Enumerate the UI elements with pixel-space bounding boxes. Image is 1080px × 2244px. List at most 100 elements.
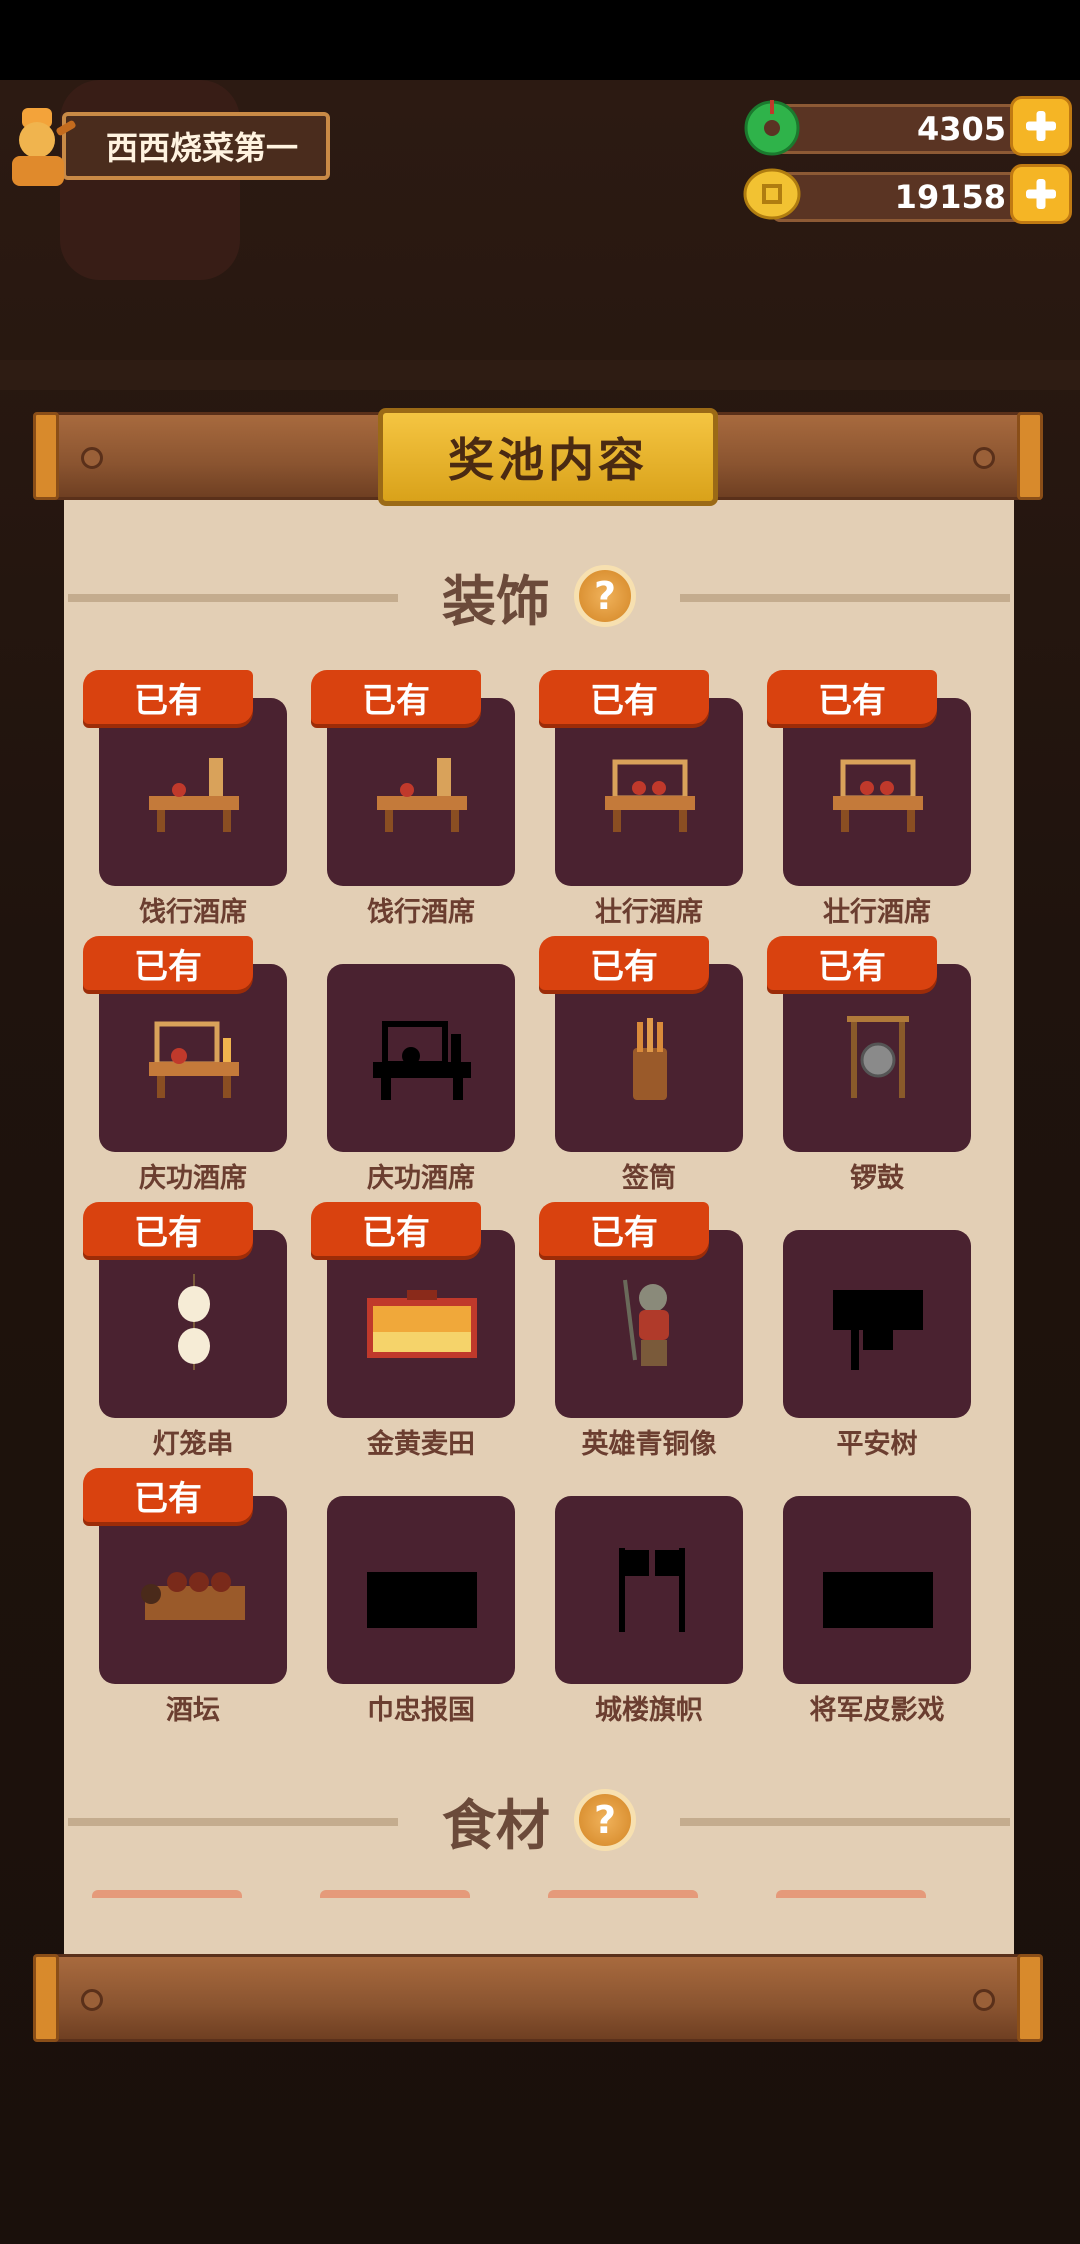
item-name: 酒坛 (166, 1695, 220, 1726)
owned-badge: 已有 (767, 670, 937, 724)
item-name: 饯行酒席 (139, 897, 247, 928)
owned-badge: 已有 (311, 670, 481, 724)
ingredients-help-button[interactable]: ? (574, 1789, 636, 1851)
reward-item[interactable]: 已有 饯行酒席 (83, 670, 289, 930)
decor-help-button[interactable]: ? (574, 565, 636, 627)
wine-jar-icon (141, 1572, 245, 1620)
item-name: 金黄麦田 (367, 1429, 475, 1460)
player-name: 西西烧菜第一 (106, 129, 299, 167)
celebration-table-icon (149, 1021, 239, 1098)
reward-item[interactable]: 已有 灯笼串 (83, 1202, 289, 1462)
item-name: 庆功酒席 (139, 1163, 247, 1194)
locked-shadow-play-silhouette-icon (823, 1572, 933, 1628)
scroll-bottom-rod (33, 1954, 1043, 2042)
rod-cap (33, 412, 59, 500)
owned-badge: 已有 (767, 936, 937, 990)
item-name: 平安树 (836, 1429, 918, 1460)
reward-item[interactable]: 已有 酒坛 (83, 1468, 289, 1728)
divider-line (68, 1818, 398, 1826)
decor-section-header: 装饰 ? (64, 556, 1014, 636)
item-name: 签筒 (622, 1163, 676, 1194)
locked-flags-silhouette-icon (619, 1548, 685, 1632)
panel-title-badge: 奖池内容 (378, 408, 718, 506)
owned-badge: 已有 (83, 936, 253, 990)
owned-badge: 已有 (83, 1468, 253, 1522)
rod-nail (973, 1989, 995, 2011)
ingredients-section-title: 食材 (442, 1793, 550, 1857)
rod-cap (1017, 412, 1043, 500)
coin-currency: 19158 (742, 164, 1072, 224)
item-name: 壮行酒席 (595, 897, 703, 928)
add-jade-button[interactable] (1010, 96, 1072, 156)
gong-icon (847, 1016, 909, 1098)
question-icon: ? (593, 574, 617, 618)
jade-icon (742, 96, 802, 156)
chef-avatar-icon (4, 104, 82, 188)
item-name: 将军皮影戏 (809, 1695, 945, 1726)
rod-cap (33, 1954, 59, 2042)
divider-line (680, 1818, 1010, 1826)
panel-title: 奖池内容 (448, 433, 648, 487)
ingredients-section-header: 食材 ? (64, 1780, 1014, 1860)
owned-badge: 已有 (311, 1202, 481, 1256)
item-name: 城楼旗帜 (595, 1695, 703, 1726)
decor-section-title: 装饰 (442, 569, 550, 633)
lot-cylinder-icon (633, 1018, 667, 1100)
reward-item[interactable]: 已有 锣鼓 (767, 936, 973, 1196)
player-name-plate: 西西烧菜第一 (62, 112, 330, 180)
coin-icon (742, 164, 802, 224)
coin-amount: 19158 (894, 178, 1006, 216)
reward-item[interactable]: 已有 金黄麦田 (311, 1202, 517, 1462)
banquet-table-icon (833, 759, 923, 832)
item-name: 庆功酒席 (367, 1163, 475, 1194)
jade-amount: 4305 (916, 110, 1006, 148)
item-name: 饯行酒席 (367, 897, 475, 928)
item-name: 巾忠报国 (367, 1695, 475, 1726)
reward-item[interactable]: 庆功酒席 (327, 936, 517, 1196)
owned-badge: 已有 (539, 1202, 709, 1256)
rod-nail (973, 447, 995, 469)
next-row-tag-peek (776, 1890, 926, 1898)
jade-currency: 4305 (742, 96, 1072, 156)
status-bar-area (0, 0, 1080, 80)
next-row-tag-peek (548, 1890, 698, 1898)
owned-badge: 已有 (83, 1202, 253, 1256)
next-row-tag-peek (92, 1890, 242, 1898)
banquet-table-icon (149, 758, 239, 832)
rod-cap (1017, 1954, 1043, 2042)
player-badge[interactable]: 西西烧菜第一 (4, 104, 330, 188)
divider-line (68, 594, 398, 602)
owned-badge: 已有 (539, 936, 709, 990)
reward-item[interactable]: 将军皮影戏 (783, 1468, 973, 1728)
reward-item[interactable]: 已有 签筒 (539, 936, 745, 1196)
banquet-table-icon (605, 759, 695, 832)
reward-item[interactable]: 已有 英雄青铜像 (539, 1202, 745, 1462)
banquet-table-icon (377, 758, 467, 832)
item-name: 灯笼串 (152, 1429, 234, 1460)
item-name: 壮行酒席 (823, 897, 931, 928)
reward-pool-panel[interactable]: 装饰 ? 已有 饯行酒席 已有 饯行酒席 已有 壮行酒席 已有 壮行酒席 已有 … (64, 498, 1014, 1958)
background-beam (0, 360, 1080, 390)
reward-item[interactable]: 巾忠报国 (327, 1468, 517, 1728)
locked-tree-silhouette-icon (833, 1290, 923, 1370)
owned-badge: 已有 (83, 670, 253, 724)
lantern-string-icon (178, 1274, 210, 1370)
divider-line (680, 594, 1010, 602)
reward-item[interactable]: 平安树 (783, 1202, 973, 1462)
rod-nail (81, 1989, 103, 2011)
next-row-tag-peek (320, 1890, 470, 1898)
locked-table-silhouette-icon (373, 1021, 471, 1100)
rod-nail (81, 447, 103, 469)
reward-item[interactable]: 城楼旗帜 (555, 1468, 745, 1728)
bronze-statue-icon (623, 1279, 669, 1366)
add-coins-button[interactable] (1010, 164, 1072, 224)
owned-badge: 已有 (539, 670, 709, 724)
item-name: 锣鼓 (850, 1163, 904, 1194)
locked-painting-silhouette-icon (367, 1572, 477, 1628)
reward-item[interactable]: 已有 饯行酒席 (311, 670, 517, 930)
question-icon: ? (593, 1798, 617, 1842)
reward-item[interactable]: 已有 壮行酒席 (767, 670, 973, 930)
reward-item[interactable]: 已有 庆功酒席 (83, 936, 289, 1196)
reward-item[interactable]: 已有 壮行酒席 (539, 670, 745, 930)
item-name: 英雄青铜像 (581, 1429, 717, 1460)
